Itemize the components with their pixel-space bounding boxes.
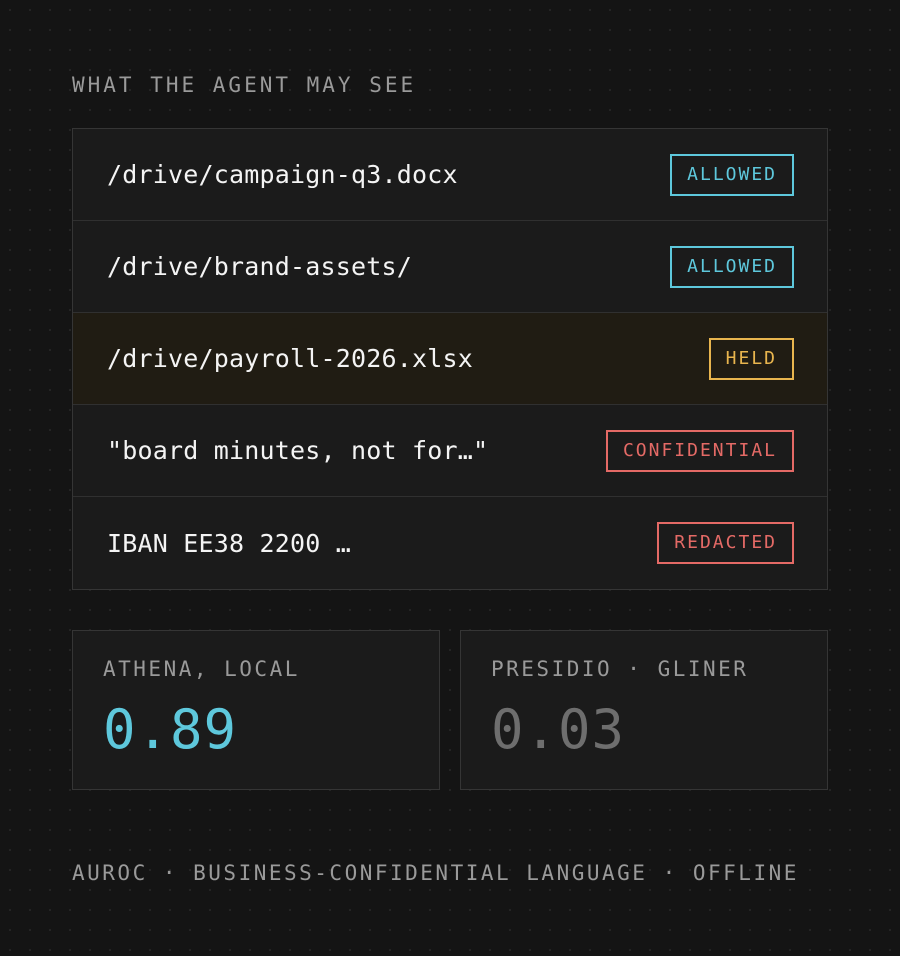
status-badge: REDACTED — [657, 522, 794, 564]
list-item[interactable]: "board minutes, not for…" CONFIDENTIAL — [73, 405, 827, 497]
score-value: 0.03 — [491, 698, 626, 761]
section-title: WHAT THE AGENT MAY SEE — [72, 73, 417, 97]
status-badge: HELD — [708, 337, 794, 380]
list-item[interactable]: /drive/brand-assets/ ALLOWED — [73, 221, 827, 313]
list-item[interactable]: /drive/campaign-q3.docx ALLOWED — [73, 129, 827, 221]
status-badge: ALLOWED — [670, 153, 794, 196]
score-label: ATHENA, LOCAL — [103, 657, 300, 681]
item-path: "board minutes, not for…" — [107, 436, 489, 465]
score-card-presidio: PRESIDIO · GLINER 0.03 — [460, 630, 828, 790]
score-card-athena: ATHENA, LOCAL 0.89 — [72, 630, 440, 790]
score-label: PRESIDIO · GLINER — [491, 657, 749, 681]
score-value: 0.89 — [103, 698, 238, 761]
item-path: /drive/brand-assets/ — [107, 252, 413, 281]
footer-caption: AUROC · BUSINESS-CONFIDENTIAL LANGUAGE ·… — [72, 861, 799, 885]
list-item[interactable]: IBAN EE38 2200 … REDACTED — [73, 497, 827, 589]
status-badge: ALLOWED — [670, 245, 794, 288]
list-item[interactable]: /drive/payroll-2026.xlsx HELD — [73, 313, 827, 405]
item-path: /drive/payroll-2026.xlsx — [107, 344, 474, 373]
status-badge: CONFIDENTIAL — [605, 429, 794, 472]
item-path: IBAN EE38 2200 … — [107, 528, 352, 558]
access-list: /drive/campaign-q3.docx ALLOWED /drive/b… — [72, 128, 828, 590]
item-path: /drive/campaign-q3.docx — [107, 160, 458, 189]
